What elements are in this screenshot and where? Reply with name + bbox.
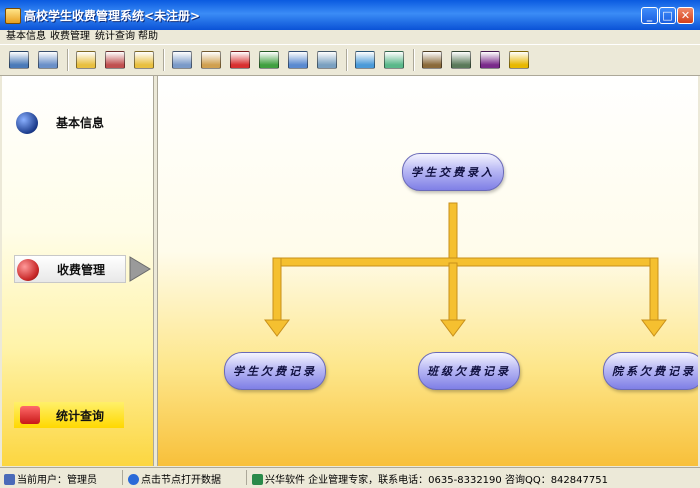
exit-runner-icon [509,51,529,69]
notebook-button[interactable] [256,47,282,73]
toolbar-separator [413,49,415,71]
magnifier-icon [317,51,337,69]
help-book-button[interactable] [477,47,503,73]
monitor-icon [9,51,29,69]
search-document-icon [288,51,308,69]
note-icon [384,51,404,69]
umbrella-icon [230,51,250,69]
folder-open-button[interactable] [73,47,99,73]
note-button[interactable] [381,47,407,73]
help-book-icon [480,51,500,69]
toolbox-icon [20,406,40,424]
folder-button[interactable] [131,47,157,73]
computer-button[interactable] [35,47,61,73]
sidebar-item-label: 收费管理 [57,263,106,277]
minimize-button[interactable]: _ [641,7,658,24]
status-company-text: 兴华软件 企业管理专家，联系电话：0635-8332190 咨询QQ：84284… [265,475,608,486]
app-icon [5,8,21,24]
exit-runner-button[interactable] [506,47,532,73]
maximize-button[interactable]: □ [659,7,676,24]
sidebar-item-label: 基本信息 [56,116,105,130]
folder-open-icon [76,51,96,69]
edit-document-icon [201,51,221,69]
window-title: 高校学生收费管理系统<未注册> [24,9,201,23]
disc-icon [17,259,39,281]
menu-statistics[interactable]: 统计查询 [95,30,135,44]
selection-arrow-icon [129,256,151,282]
film-button[interactable] [169,47,195,73]
users-button[interactable] [102,47,128,73]
globe-icon [16,112,38,134]
company-icon [252,474,263,485]
users-icon [105,51,125,69]
toolbar [0,44,700,76]
search-document-button[interactable] [285,47,311,73]
node-class-arrears[interactable]: 班级欠费记录 [418,352,520,390]
info-icon [128,474,139,485]
user-icon [4,474,15,485]
picture-button[interactable] [419,47,445,73]
status-divider [122,470,123,485]
title-bar: 高校学生收费管理系统<未注册> _ □ ✕ [0,0,700,31]
umbrella-button[interactable] [227,47,253,73]
film-icon [172,51,192,69]
node-fee-entry[interactable]: 学生交费录入 [402,153,504,191]
close-icon: ✕ [680,9,691,22]
status-divider [246,470,247,485]
status-bar: 当前用户：管理员 点击节点打开数据 兴华软件 企业管理专家，联系电话：0635-… [0,467,700,488]
maximize-icon: □ [662,9,673,22]
node-department-arrears[interactable]: 院系欠费记录 [603,352,698,390]
flow-arrows [264,202,667,337]
flow-canvas: 学生交费录入 学生欠费记录 班级欠费记录 院系欠费记录 [158,76,698,466]
bell-icon [355,51,375,69]
sidebar-item-fee-management[interactable]: 收费管理 [14,255,126,283]
minimize-icon: _ [646,9,653,22]
status-hint-text: 点击节点打开数据 [141,475,221,486]
folder-icon [134,51,154,69]
pda-button[interactable] [448,47,474,73]
menu-bar: 基本信息 收费管理 统计查询 帮助 [0,30,700,44]
monitor-button[interactable] [6,47,32,73]
computer-icon [38,51,58,69]
status-company: 兴华软件 企业管理专家，联系电话：0635-8332190 咨询QQ：84284… [252,471,608,486]
status-user-text: 当前用户：管理员 [17,475,97,486]
status-user: 当前用户：管理员 [4,471,97,486]
toolbar-separator [67,49,69,71]
notebook-icon [259,51,279,69]
pda-icon [451,51,471,69]
toolbar-separator [346,49,348,71]
close-button[interactable]: ✕ [677,7,694,24]
menu-fee-management[interactable]: 收费管理 [50,30,90,44]
menu-basic-info[interactable]: 基本信息 [6,30,46,44]
picture-icon [422,51,442,69]
status-hint: 点击节点打开数据 [128,471,221,486]
bell-button[interactable] [352,47,378,73]
node-student-arrears[interactable]: 学生欠费记录 [224,352,326,390]
sidebar-item-basic-info[interactable]: 基本信息 [2,109,152,135]
edit-document-button[interactable] [198,47,224,73]
sidebar-item-label: 统计查询 [56,409,105,423]
sidebar-item-statistics[interactable]: 统计查询 [14,402,124,428]
toolbar-separator [163,49,165,71]
sidebar: 基本信息 收费管理 统计查询 [2,76,153,466]
menu-help[interactable]: 帮助 [138,30,158,44]
magnifier-button[interactable] [314,47,340,73]
